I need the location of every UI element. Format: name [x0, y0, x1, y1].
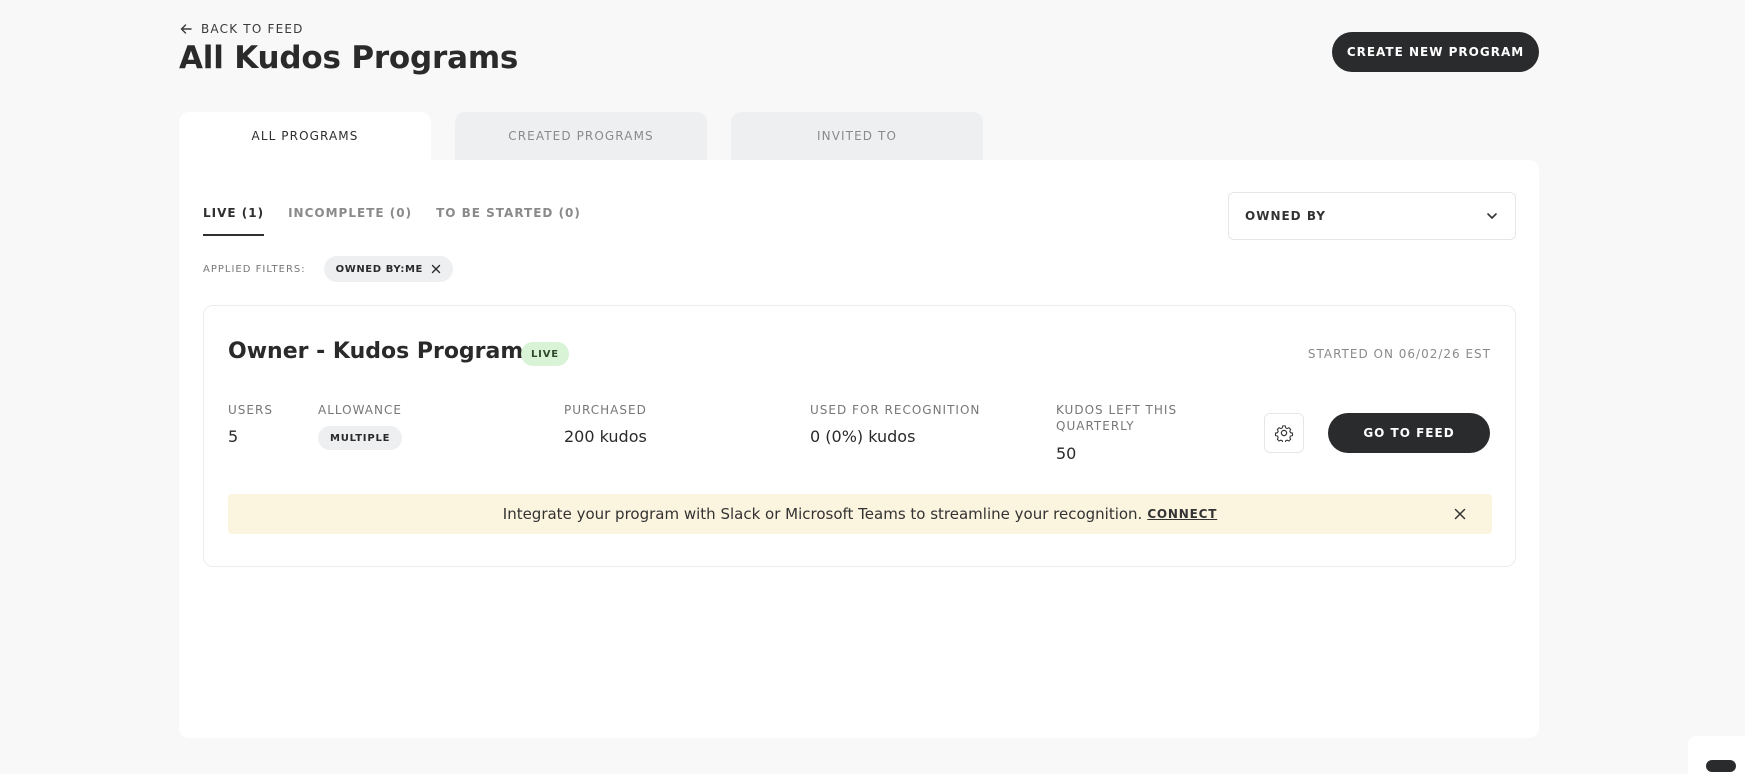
settings-button[interactable]	[1264, 413, 1304, 453]
stat-purchased: PURCHASED 200 kudos	[564, 402, 647, 446]
create-new-program-button[interactable]: CREATE NEW PROGRAM	[1332, 32, 1539, 72]
banner-text: Integrate your program with Slack or Mic…	[502, 505, 1143, 523]
tab-all-programs[interactable]: ALL PROGRAMS	[179, 112, 431, 160]
chevron-down-icon	[1487, 213, 1497, 219]
stat-users-value: 5	[228, 427, 239, 446]
stat-users: USERS 5	[228, 402, 273, 446]
stat-kudos-left: KUDOS LEFT THIS QUARTERLY 50	[1056, 402, 1177, 463]
stat-kudos-left-value: 50	[1056, 444, 1077, 463]
stat-purchased-label: PURCHASED	[564, 403, 647, 417]
allowance-pill: MULTIPLE	[318, 426, 403, 450]
gear-icon	[1275, 425, 1293, 442]
back-to-feed-label: BACK TO FEED	[201, 22, 304, 36]
owned-by-label: OWNED BY	[1245, 209, 1326, 223]
subtab-to-be-started[interactable]: TO BE STARTED (0)	[436, 206, 581, 236]
stat-kudos-left-label-line1: KUDOS LEFT THIS	[1056, 403, 1178, 417]
app-root: BACK TO FEED All Kudos Programs CREATE N…	[0, 0, 1745, 774]
close-icon[interactable]	[1454, 508, 1466, 520]
stat-users-label: USERS	[228, 403, 273, 417]
filter-chip-label: OWNED BY:ME	[335, 263, 423, 275]
tab-created-programs[interactable]: CREATED PROGRAMS	[455, 112, 707, 160]
chat-widget[interactable]	[1688, 736, 1745, 774]
stat-used-label: USED FOR RECOGNITION	[810, 403, 981, 417]
status-subtabs: LIVE (1) INCOMPLETE (0) TO BE STARTED (0…	[203, 206, 581, 236]
arrow-left-icon	[180, 24, 192, 34]
programs-panel: LIVE (1) INCOMPLETE (0) TO BE STARTED (0…	[179, 160, 1539, 738]
connect-link[interactable]: CONNECT	[1147, 507, 1217, 521]
stat-allowance: ALLOWANCE MULTIPLE	[318, 402, 403, 450]
applied-filters: APPLIED FILTERS: OWNED BY:ME	[203, 256, 453, 282]
started-date: STARTED ON 06/02/26 EST	[1307, 347, 1491, 361]
applied-filters-label: APPLIED FILTERS:	[203, 263, 306, 275]
stat-used-value: 0 (0%) kudos	[810, 427, 916, 446]
filter-chip: OWNED BY:ME	[323, 256, 453, 282]
subtab-incomplete[interactable]: INCOMPLETE (0)	[288, 206, 412, 236]
chat-widget-handle	[1706, 760, 1736, 772]
stat-kudos-left-label-line2: QUARTERLY	[1056, 419, 1135, 433]
program-card: Owner - Kudos Program LIVE STARTED ON 06…	[203, 305, 1516, 567]
stat-allowance-label: ALLOWANCE	[318, 403, 402, 417]
go-to-feed-button[interactable]: GO TO FEED	[1328, 413, 1490, 453]
subtab-live[interactable]: LIVE (1)	[203, 206, 265, 236]
back-to-feed-link[interactable]: BACK TO FEED	[179, 22, 304, 36]
stat-purchased-value: 200 kudos	[564, 427, 647, 446]
program-title: Owner - Kudos Program	[228, 339, 524, 364]
stat-used: USED FOR RECOGNITION 0 (0%) kudos	[810, 402, 980, 446]
page-title: All Kudos Programs	[179, 40, 519, 76]
status-badge: LIVE	[521, 342, 569, 366]
tab-invited-to[interactable]: INVITED TO	[731, 112, 983, 160]
owned-by-dropdown[interactable]: OWNED BY	[1228, 192, 1516, 240]
close-icon[interactable]	[431, 264, 441, 274]
integration-banner: Integrate your program with Slack or Mic…	[228, 494, 1492, 534]
